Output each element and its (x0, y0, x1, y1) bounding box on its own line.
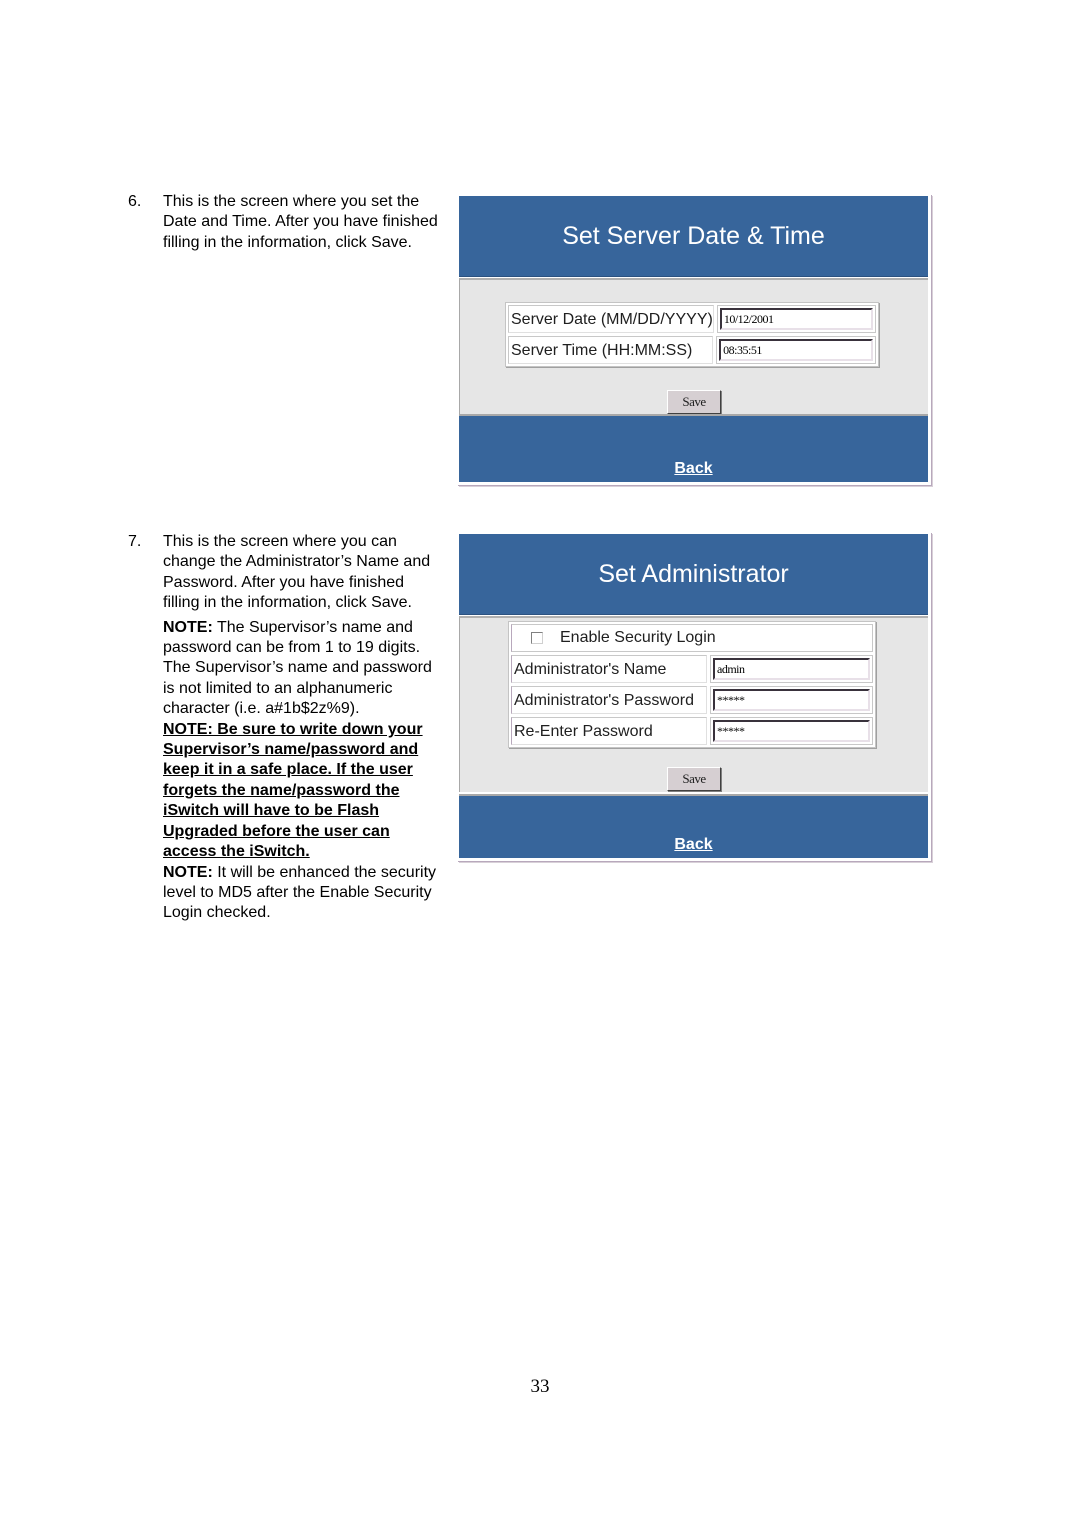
field-label: Administrator's Password (511, 686, 707, 714)
form-row-password: Administrator's Password (511, 686, 873, 714)
panel-title: Set Server Date & Time (459, 196, 928, 277)
date-time-screenshot: Set Server Date & Time Server Date (MM/D… (457, 194, 931, 485)
form-row-reenter: Re-Enter Password (511, 717, 873, 745)
note-label: NOTE: (163, 618, 213, 636)
note-md5: NOTE: It will be enhanced the security l… (163, 863, 438, 924)
field-label: Server Time (HH:MM:SS) (508, 336, 714, 364)
step-number: 7. (128, 533, 142, 550)
field-label: Administrator's Name (511, 655, 707, 683)
note-length: NOTE: The Supervisor’s name and password… (163, 618, 438, 720)
server-date-input[interactable] (719, 308, 873, 330)
form-row-name: Administrator's Name (511, 655, 873, 683)
administrator-screenshot: Set Administrator Enable Security Login … (457, 532, 931, 861)
step-7: 7. This is the screen where you can chan… (128, 532, 438, 924)
field-label: Re-Enter Password (511, 717, 707, 745)
step-text: This is the screen where you set the Dat… (163, 193, 438, 251)
panel-footer: Back (459, 794, 928, 858)
step-text: This is the screen where you can change … (163, 533, 431, 612)
server-time-input[interactable] (719, 339, 873, 361)
field-label: Server Date (MM/DD/YYYY) (508, 305, 714, 333)
note-label: NOTE: (163, 863, 213, 881)
panel-footer: Back (459, 414, 928, 482)
back-link[interactable]: Back (459, 460, 928, 478)
step-number: 6. (128, 193, 142, 210)
form-row-date: Server Date (MM/DD/YYYY) (508, 305, 876, 333)
administrator-form: Enable Security Login Administrator's Na… (508, 621, 876, 748)
form-row-time: Server Time (HH:MM:SS) (508, 336, 876, 364)
admin-password-input[interactable] (713, 689, 870, 711)
warning-note: NOTE: Be sure to write down your Supervi… (163, 720, 423, 861)
admin-name-input[interactable] (713, 658, 870, 680)
step-6: 6. This is the screen where you set the … (128, 192, 438, 253)
security-login-cell: Enable Security Login (511, 624, 873, 652)
save-button[interactable]: Save (667, 767, 721, 791)
enable-security-login-checkbox[interactable] (531, 632, 543, 644)
save-button[interactable]: Save (667, 390, 721, 414)
page-number: 33 (530, 1376, 550, 1397)
reenter-password-input[interactable] (713, 720, 870, 742)
date-time-form: Server Date (MM/DD/YYYY) Server Time (HH… (505, 302, 879, 367)
checkbox-label: Enable Security Login (560, 629, 716, 646)
panel-title: Set Administrator (459, 534, 928, 615)
form-row-security: Enable Security Login (511, 624, 873, 652)
panel-form-area: Server Date (MM/DD/YYYY) Server Time (HH… (459, 278, 928, 414)
back-link[interactable]: Back (459, 836, 928, 854)
panel-form-area: Enable Security Login Administrator's Na… (459, 616, 928, 792)
